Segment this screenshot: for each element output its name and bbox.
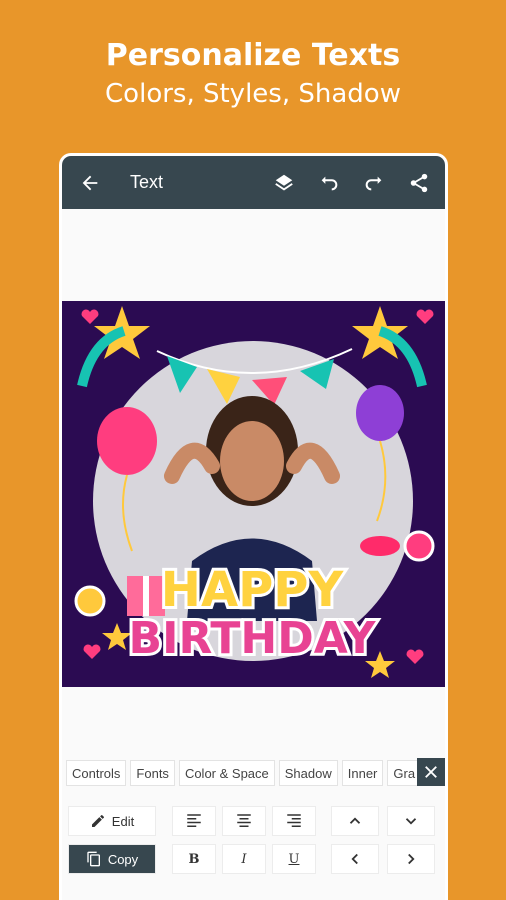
underline-button[interactable]: U bbox=[272, 844, 316, 874]
app-bar: Text bbox=[62, 156, 445, 209]
birthday-card-canvas[interactable]: HAPPY BIRTHDAY bbox=[62, 301, 445, 687]
undo-icon[interactable] bbox=[315, 169, 343, 197]
edit-label: Edit bbox=[111, 813, 135, 829]
bold-button[interactable]: B bbox=[172, 844, 216, 874]
lollipop bbox=[403, 530, 435, 562]
child-face bbox=[220, 421, 284, 501]
layers-icon[interactable] bbox=[270, 169, 298, 197]
chevron-down-icon bbox=[405, 818, 417, 825]
close-panel-button[interactable] bbox=[417, 758, 445, 786]
move-down-button[interactable] bbox=[387, 806, 435, 836]
balloon bbox=[356, 385, 404, 441]
phone-screen: Text HAPPY BIRTHDAY Controls Fonts Color… bbox=[59, 153, 448, 900]
italic-button[interactable]: I bbox=[222, 844, 266, 874]
tab-color-space[interactable]: Color & Space bbox=[178, 760, 275, 786]
align-center-icon bbox=[237, 814, 251, 827]
card-text-happy[interactable]: HAPPY bbox=[158, 559, 348, 621]
tab-inner[interactable]: Inner bbox=[341, 760, 384, 786]
screen-title: Text bbox=[130, 172, 164, 192]
align-left-icon bbox=[187, 814, 201, 827]
pencil-icon bbox=[91, 814, 104, 827]
edit-button[interactable]: Edit bbox=[68, 806, 156, 836]
align-center-button[interactable] bbox=[222, 806, 266, 836]
tab-bar: Controls Fonts Color & Space Shadow Inne… bbox=[66, 760, 445, 788]
card-text-birthday[interactable]: BIRTHDAY bbox=[126, 610, 380, 667]
lips-decoration bbox=[360, 536, 400, 556]
tab-gradient[interactable]: Gra bbox=[387, 760, 422, 786]
align-right-button[interactable] bbox=[272, 806, 316, 836]
copy-label: Copy bbox=[107, 851, 139, 867]
back-arrow-icon[interactable] bbox=[76, 169, 104, 197]
balloon bbox=[97, 407, 157, 475]
redo-icon[interactable] bbox=[360, 169, 388, 197]
chevron-up-icon bbox=[349, 817, 361, 824]
copy-icon bbox=[87, 851, 100, 867]
align-right-icon bbox=[287, 814, 301, 827]
chevron-right-icon bbox=[408, 853, 415, 865]
align-left-button[interactable] bbox=[172, 806, 216, 836]
copy-button[interactable]: Copy bbox=[68, 844, 156, 874]
promo-subtitle: Colors, Styles, Shadow bbox=[105, 79, 401, 109]
tab-shadow[interactable]: Shadow bbox=[278, 760, 338, 786]
share-icon[interactable] bbox=[405, 169, 433, 197]
tab-fonts[interactable]: Fonts bbox=[130, 760, 175, 786]
gift-ribbon bbox=[143, 576, 149, 616]
promo-title: Personalize Texts bbox=[105, 38, 401, 73]
chevron-left-icon bbox=[351, 853, 358, 865]
tab-controls[interactable]: Controls bbox=[66, 760, 127, 786]
lollipop bbox=[74, 585, 106, 617]
move-up-button[interactable] bbox=[331, 806, 379, 836]
move-left-button[interactable] bbox=[331, 844, 379, 874]
close-icon bbox=[425, 766, 437, 778]
move-right-button[interactable] bbox=[387, 844, 435, 874]
promo-header: Personalize Texts Colors, Styles, Shadow bbox=[0, 36, 506, 112]
